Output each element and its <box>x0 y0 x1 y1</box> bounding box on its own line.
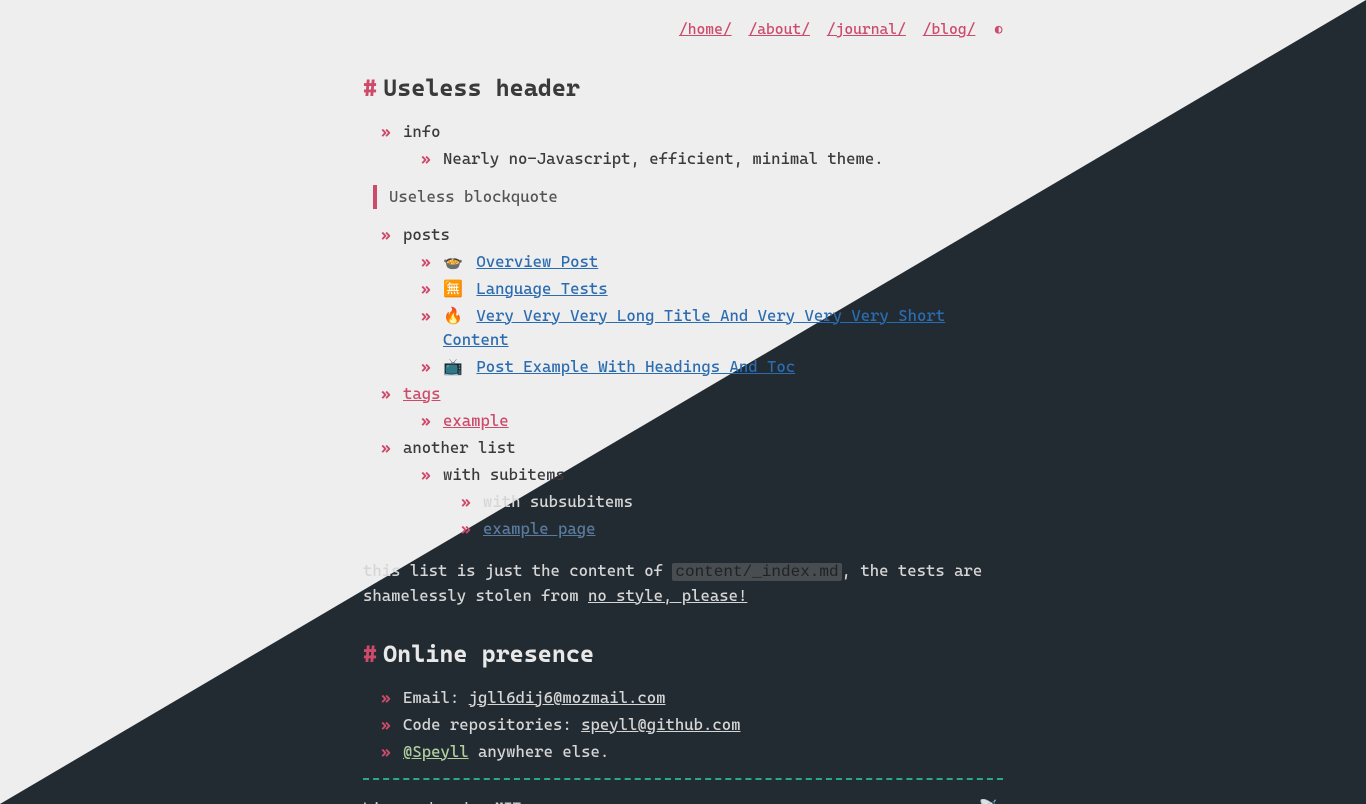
section-title: #Online presence <box>363 636 1003 672</box>
bowl-icon: 🍲 <box>443 250 463 274</box>
nav-about[interactable]: /about/ <box>748 20 810 38</box>
no-style-link[interactable]: no style, please! <box>588 586 747 605</box>
speyll-link[interactable]: @Speyll <box>403 742 469 761</box>
anywhere-text: anywhere else. <box>469 742 610 761</box>
list-item: 📺 Post Example With Headings And Toc <box>421 355 1003 379</box>
tag-example[interactable]: example <box>443 411 509 430</box>
tags-link[interactable]: tags <box>403 384 441 403</box>
list-item: posts <box>381 223 1003 247</box>
page-title-text: Useless header <box>383 74 580 102</box>
list-item: 🔥 Very Very Very Long Title And Very Ver… <box>421 304 1003 352</box>
list-item: Email: jgll6dij6@mozmail.com <box>381 686 1003 710</box>
kanji-icon: 🈚 <box>443 277 463 301</box>
post-link-language[interactable]: Language Tests <box>476 279 607 298</box>
post-link-longtitle[interactable]: Very Very Very Long Title And Very Very … <box>443 306 945 349</box>
email-label: Email: <box>403 688 469 707</box>
page-title: #Useless header <box>363 70 1003 106</box>
footer: Licensed under MIT Built with Zola using… <box>363 778 1003 804</box>
list-item: tags <box>381 382 1003 406</box>
nav-home[interactable]: /home/ <box>679 20 732 38</box>
github-link[interactable]: speyll@github.com <box>581 715 740 734</box>
list-item: @Speyll anywhere else. <box>381 740 1003 764</box>
nav-blog[interactable]: /blog/ <box>923 20 976 38</box>
example-page-link[interactable]: example page <box>483 519 596 538</box>
list-item: example <box>421 409 1003 433</box>
list-item: 🈚 Language Tests <box>421 277 1003 301</box>
inline-code: content/_index.md <box>672 563 841 581</box>
blockquote: Useless blockquote <box>373 185 1003 209</box>
para-text: this list is just the content of <box>363 561 672 580</box>
post-link-overview[interactable]: Overview Post <box>476 252 598 271</box>
list-item: 🍲 Overview Post <box>421 250 1003 274</box>
mit-link[interactable]: MIT <box>495 799 521 804</box>
list-item: info <box>381 120 1003 144</box>
list-item: example page <box>461 517 1003 541</box>
repo-label: Code repositories: <box>403 715 581 734</box>
nav-journal[interactable]: /journal/ <box>827 20 906 38</box>
license-text: Licensed under <box>363 799 495 804</box>
post-link-headings[interactable]: Post Example With Headings And Toc <box>476 357 795 376</box>
list-item: with subsubitems <box>461 490 1003 514</box>
list-item: Code repositories: speyll@github.com <box>381 713 1003 737</box>
hash-icon: # <box>363 74 377 102</box>
list-item: another list <box>381 436 1003 460</box>
fire-icon: 🔥 <box>443 304 463 328</box>
theme-toggle-icon[interactable]: ◐ <box>994 19 1003 42</box>
list-item: Nearly no-Javascript, efficient, minimal… <box>421 147 1003 171</box>
tv-icon: 📺 <box>443 355 463 379</box>
paragraph: this list is just the content of content… <box>363 559 1003 608</box>
hash-icon: # <box>363 640 377 668</box>
section-title-text: Online presence <box>383 640 594 668</box>
rss-icon: 📡 <box>977 796 1003 804</box>
email-link[interactable]: jgll6dij6@mozmail.com <box>469 688 666 707</box>
list-item: with subitems <box>421 463 1003 487</box>
top-nav: /home/ /about/ /journal/ /blog/ ◐ <box>363 18 1003 42</box>
